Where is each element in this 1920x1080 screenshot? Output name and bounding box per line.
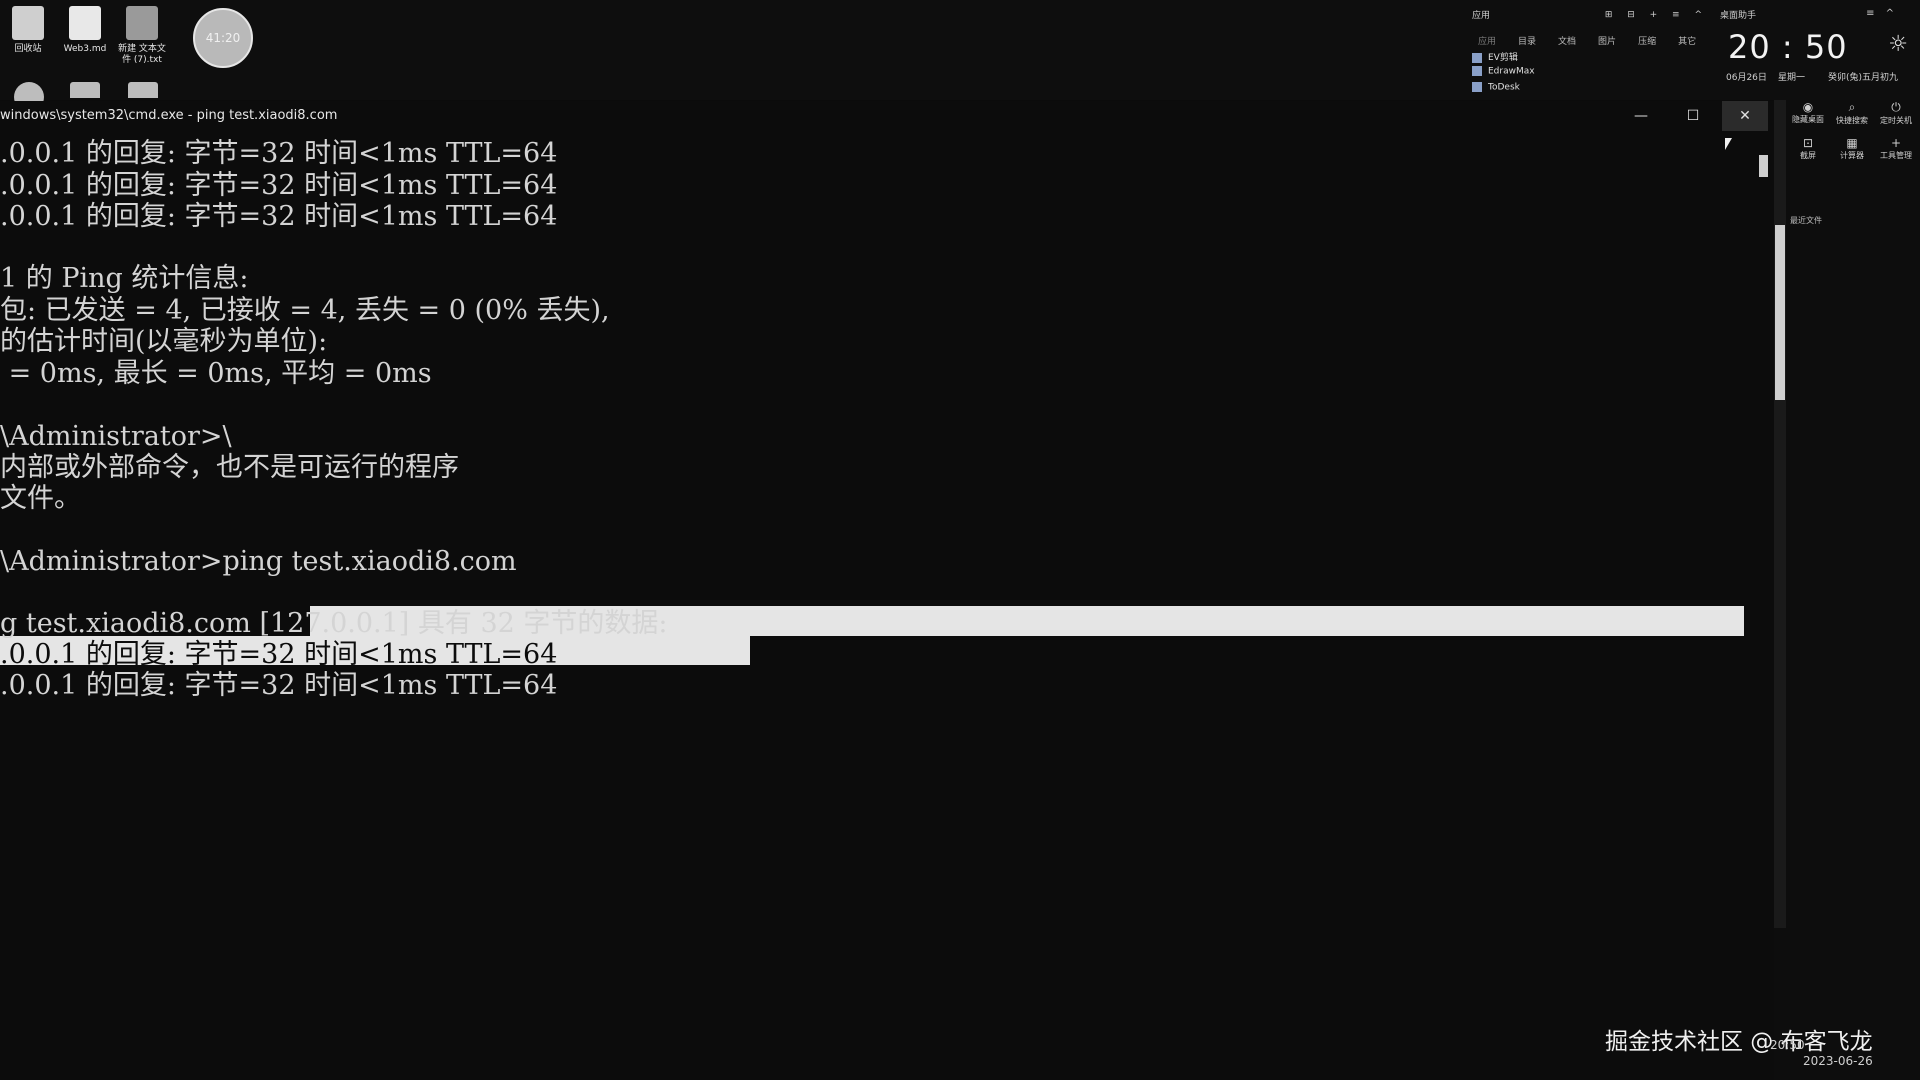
window-title: windows\system32\cmd.exe - ping test.xia… xyxy=(0,108,338,123)
tab-apps[interactable]: 应用 xyxy=(1478,34,1496,47)
terminal-line: = 0ms, 最长 = 0ms, 平均 = 0ms xyxy=(0,358,432,389)
app-label: EdrawMax xyxy=(1488,66,1535,77)
app-icon xyxy=(1472,82,1482,92)
weather-sun-icon: ☼ xyxy=(1888,32,1908,57)
terminal-line: 1 的 Ping 统计信息: xyxy=(0,263,249,294)
search-icon: ⌕ xyxy=(1848,100,1856,114)
terminal-line: .0.0.1 的回复: 字节=32 时间<1ms TTL=64 xyxy=(0,639,558,670)
cmd-titlebar[interactable]: windows\system32\cmd.exe - ping test.xia… xyxy=(0,101,1774,131)
side-tool-label: 计算器 xyxy=(1840,151,1864,160)
power-icon: ⏻ xyxy=(1891,100,1901,114)
terminal-line: .0.0.1 的回复: 字节=32 时间<1ms TTL=64 xyxy=(0,670,558,701)
recycle-bin-shortcut[interactable]: 回收站 xyxy=(1,6,55,55)
widget-tabs: 应用 目录 文档 图片 压缩 其它 xyxy=(1478,34,1696,47)
app-icon xyxy=(1472,66,1482,76)
screenshot-icon: ⊡ xyxy=(1802,136,1814,150)
minimize-button[interactable]: — xyxy=(1618,101,1664,131)
terminal-line: \Administrator>\ xyxy=(0,421,232,452)
web3-md-shortcut[interactable]: Web3.md xyxy=(58,6,112,55)
scrollbar-thumb[interactable] xyxy=(1775,225,1785,400)
recent-files-label: 最近文件 xyxy=(1790,216,1822,225)
desktop-icon-label: 回收站 xyxy=(14,44,42,54)
terminal-output[interactable]: .0.0.1 的回复: 字节=32 时间<1ms TTL=64 .0.0.1 的… xyxy=(0,131,1760,1071)
clock-date: 06月26日 xyxy=(1726,73,1767,83)
desktop-icon-label: Web3.md xyxy=(63,44,107,54)
app-label: ToDesk xyxy=(1488,82,1520,93)
tab-other[interactable]: 其它 xyxy=(1678,34,1696,47)
terminal-line: .0.0.1 的回复: 字节=32 时间<1ms TTL=64 xyxy=(0,170,558,201)
terminal-line: .0.0.1 的回复: 字节=32 时间<1ms TTL=64 xyxy=(0,138,558,169)
side-tool-manage[interactable]: + 工具管理 xyxy=(1874,136,1918,161)
app-icon xyxy=(1472,52,1482,63)
side-tool-calculator[interactable]: ▦ 计算器 xyxy=(1830,136,1874,161)
desktop-top-area: 回收站 Web3.md 新建 文本文件 (7).txt 41:20 应用 ⊞ ⊟… xyxy=(0,0,1920,112)
side-tool-label: 隐藏桌面 xyxy=(1792,115,1824,124)
clock-time: 20 : 50 xyxy=(1728,28,1848,66)
calculator-icon: ▦ xyxy=(1846,136,1858,150)
apps-widget: 应用 ⊞ ⊟ + ≡ ^ 应用 目录 文档 图片 压缩 其它 EV剪辑 Edra… xyxy=(1470,8,1710,98)
side-tool-hide-desktop[interactable]: ◉ 隐藏桌面 xyxy=(1786,100,1830,125)
terminal-line: \Administrator>ping test.xiaodi8.com xyxy=(0,546,517,577)
cmd-window[interactable]: windows\system32\cmd.exe - ping test.xia… xyxy=(0,101,1774,1080)
tab-images[interactable]: 图片 xyxy=(1598,34,1616,47)
helper-menu-controls[interactable]: ≡ ^ xyxy=(1866,8,1898,19)
clock-weekday: 星期一 xyxy=(1778,73,1806,83)
side-scrollbar-thumb[interactable] xyxy=(1759,155,1768,177)
plus-icon: + xyxy=(1890,136,1902,150)
side-tool-shutdown[interactable]: ⏻ 定时关机 xyxy=(1874,100,1918,126)
side-tool-search[interactable]: ⌕ 快捷搜索 xyxy=(1830,100,1874,126)
maximize-button[interactable]: ☐ xyxy=(1670,101,1716,131)
app-item-todesk[interactable]: ToDesk xyxy=(1472,82,1520,93)
tray-date: 2023-06-26 xyxy=(1803,1054,1873,1068)
desktop-helper-side-panel: ◉ 隐藏桌面 ⌕ 快捷搜索 ⏻ 定时关机 ⊡ 截屏 ▦ 计算器 + 工具管理 最近文件 xyxy=(1774,100,1920,1080)
side-tool-label: 快捷搜索 xyxy=(1836,116,1868,125)
folder-icon[interactable] xyxy=(70,82,100,98)
tab-directory[interactable]: 目录 xyxy=(1518,34,1536,47)
app-label: EV剪辑 xyxy=(1488,53,1518,63)
tray-time: 20:50 xyxy=(1770,1038,1805,1052)
terminal-line: 内部或外部命令，也不是可运行的程序 xyxy=(0,452,459,483)
text-file-icon xyxy=(126,6,158,40)
side-tool-label: 工具管理 xyxy=(1880,151,1912,160)
side-tool-label: 截屏 xyxy=(1800,151,1816,160)
lunar-date: 癸卯(兔)五月初九 xyxy=(1828,73,1899,83)
desktop-icon-label: 新建 文本文件 (7).txt xyxy=(118,44,166,65)
text-file-shortcut[interactable]: 新建 文本文件 (7).txt xyxy=(115,6,169,66)
terminal-line: .0.0.1 的回复: 字节=32 时间<1ms TTL=64 xyxy=(0,201,558,232)
mouse-cursor-icon xyxy=(1725,138,1732,150)
terminal-line: g test.xiaodi8.com [127.0.0.1] 具有 32 字节的… xyxy=(0,608,668,639)
tab-archives[interactable]: 压缩 xyxy=(1638,34,1656,47)
recycle-bin-icon xyxy=(12,6,44,40)
helper-title: 桌面助手 xyxy=(1720,11,1757,21)
clock-widget: 桌面助手 ≡ ^ 20 : 50 ☼ 06月26日 星期一 癸卯(兔)五月初九 xyxy=(1718,6,1918,96)
document-icon xyxy=(69,6,101,40)
terminal-line: 文件。 xyxy=(0,483,81,514)
eye-icon: ◉ xyxy=(1802,100,1814,114)
folder-icon[interactable] xyxy=(128,82,158,98)
terminal-line: 包: 已发送 = 4, 已接收 = 4, 丢失 = 0 (0% 丢失), xyxy=(0,295,610,326)
watermark: 掘金技术社区 @ 布客飞龙 xyxy=(1605,1029,1873,1055)
side-tool-screenshot[interactable]: ⊡ 截屏 xyxy=(1786,136,1830,161)
tab-documents[interactable]: 文档 xyxy=(1558,34,1576,47)
terminal-line: 的估计时间(以毫秒为单位): xyxy=(0,326,328,357)
app-item-ev[interactable]: EV剪辑 xyxy=(1472,50,1518,63)
widget-header: 应用 xyxy=(1472,11,1491,21)
recording-timer[interactable]: 41:20 xyxy=(193,8,253,68)
close-button[interactable]: ✕ xyxy=(1722,101,1768,131)
app-item-edrawmax[interactable]: EdrawMax xyxy=(1472,66,1535,77)
widget-controls[interactable]: ⊞ ⊟ + ≡ ^ xyxy=(1605,10,1708,20)
side-tool-label: 定时关机 xyxy=(1880,116,1912,125)
